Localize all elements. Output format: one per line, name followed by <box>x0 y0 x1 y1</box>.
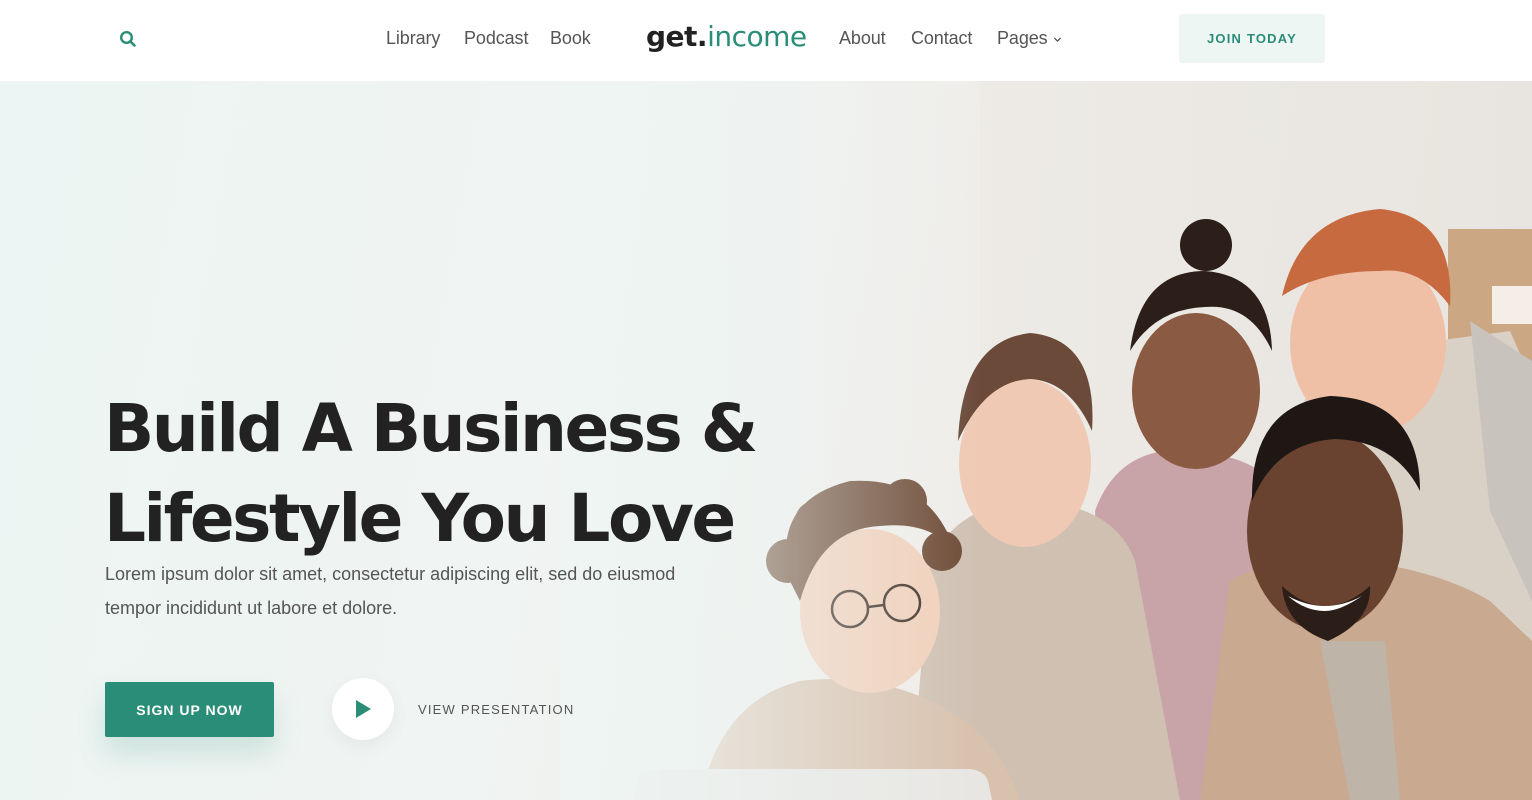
nav-link-contact[interactable]: Contact <box>911 28 972 49</box>
hero-section: Build A Business & Lifestyle You Love Lo… <box>0 81 1532 800</box>
nav-link-podcast[interactable]: Podcast <box>464 28 528 49</box>
hero-title-line-2: Lifestyle You Love <box>104 480 736 557</box>
hero-title-line-1: Build A Business & <box>104 390 758 467</box>
view-presentation-link[interactable]: VIEW PRESENTATION <box>418 702 574 717</box>
sign-up-now-button[interactable]: SIGN UP NOW <box>105 682 274 737</box>
nav-link-library[interactable]: Library <box>386 28 440 49</box>
logo-text-income: income <box>707 20 807 53</box>
hero-subtitle-line-1: Lorem ipsum dolor sit amet, consectetur … <box>105 564 676 584</box>
site-logo[interactable]: get.income <box>646 20 807 53</box>
hero-subtitle: Lorem ipsum dolor sit amet, consectetur … <box>105 557 705 625</box>
logo-text-get: get <box>646 20 697 53</box>
search-button[interactable] <box>116 27 140 51</box>
nav-dropdown-pages[interactable]: Pages <box>997 28 1062 49</box>
logo-dot: . <box>696 20 708 53</box>
join-today-button[interactable]: JOIN TODAY <box>1179 14 1325 63</box>
play-presentation-button[interactable] <box>332 678 394 740</box>
nav-link-pages-label: Pages <box>997 28 1048 48</box>
top-navbar: Library Podcast Book get.income About Co… <box>0 0 1532 81</box>
chevron-down-icon <box>1053 37 1061 43</box>
play-icon <box>356 700 371 718</box>
search-icon <box>119 30 136 47</box>
nav-link-book[interactable]: Book <box>550 28 591 49</box>
hero-title: Build A Business & Lifestyle You Love <box>104 384 804 564</box>
nav-link-about[interactable]: About <box>839 28 886 49</box>
hero-subtitle-line-2: tempor incididunt ut labore et dolore. <box>105 598 398 618</box>
